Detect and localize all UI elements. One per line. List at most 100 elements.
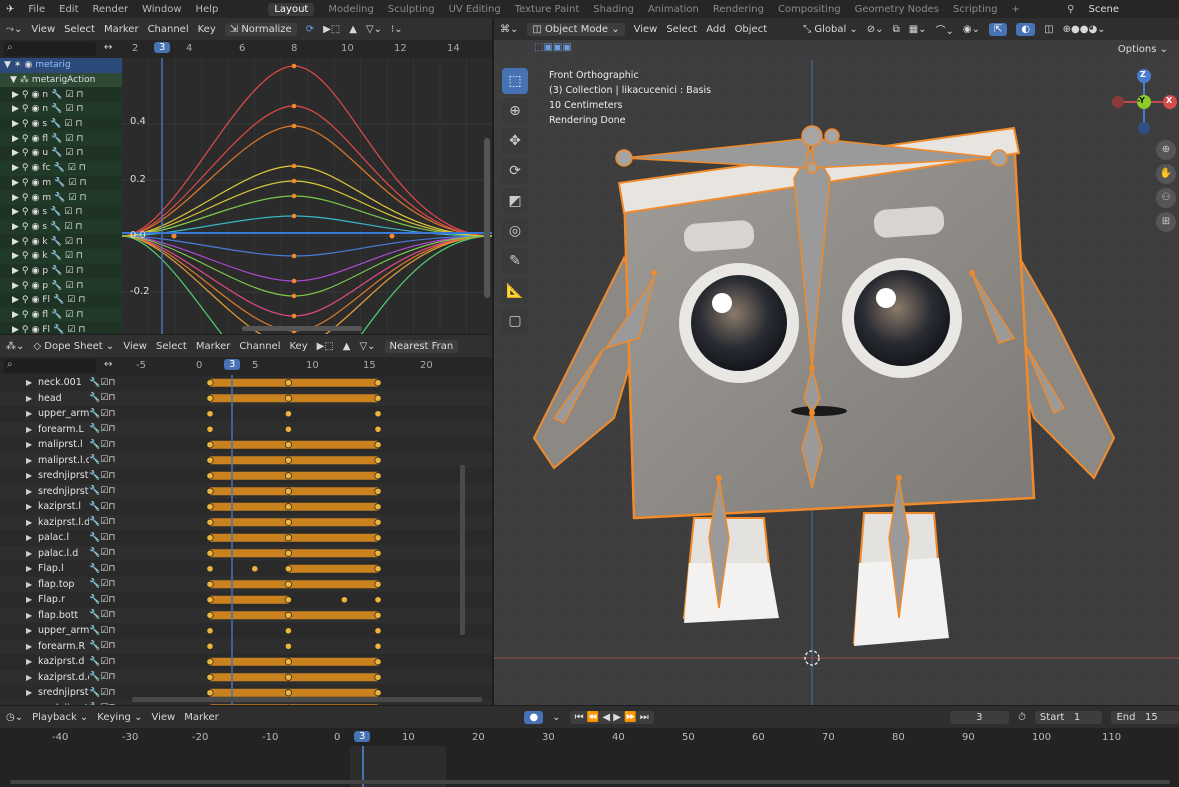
dope-mode-select[interactable]: ◇ Dope Sheet ⌄ (33, 341, 114, 352)
channel-toggles[interactable]: 🔧☑⊓ (89, 548, 122, 558)
wrench-icon[interactable]: 🔧 (51, 266, 62, 276)
expand-icon[interactable]: ▶ (12, 207, 19, 217)
auto-key-dropdown-icon[interactable]: ⌄ (552, 712, 560, 723)
dope-keyframe[interactable] (284, 441, 292, 449)
pin-icon[interactable]: ⚲ (22, 295, 29, 305)
expand-icon[interactable]: ▶ (12, 266, 19, 276)
measure-tool-icon[interactable]: 📐 (502, 278, 528, 304)
checkbox-icon[interactable]: ☑ (65, 251, 73, 261)
dope-editor-type-icon[interactable]: ⁂⌄ (6, 341, 24, 352)
channel-toggles[interactable]: 🔧☑⊓ (89, 657, 122, 667)
dope-channel-row[interactable]: ▶srednjiprst.🔧☑⊓ (0, 700, 122, 705)
dope-keyframe[interactable] (206, 518, 214, 526)
expand-icon[interactable]: ▶ (12, 104, 19, 114)
expand-icon[interactable]: ▶ (26, 378, 32, 387)
curve-keyframe[interactable] (291, 313, 297, 319)
expand-icon[interactable]: ▶ (12, 310, 19, 320)
dope-keyframe[interactable] (206, 425, 214, 433)
checkbox-icon[interactable]: ☑ (65, 237, 73, 247)
timeline-menu-view[interactable]: View (151, 712, 175, 723)
dope-keyframe[interactable] (251, 565, 259, 573)
checkbox-icon[interactable]: ☑ (67, 325, 75, 334)
expand-icon[interactable]: ▶ (12, 163, 19, 173)
visibility-icon[interactable]: ◉ (32, 178, 40, 188)
start-frame-field[interactable]: Start 1 (1034, 710, 1103, 724)
lock-icon[interactable]: ⊓ (76, 134, 83, 144)
refresh-icon[interactable]: ⟳ (306, 24, 314, 35)
tab-shading[interactable]: Shading (593, 4, 634, 15)
dope-menu-view[interactable]: View (123, 341, 147, 352)
curve-keyframe[interactable] (389, 233, 395, 239)
lock-icon[interactable]: ⊓ (76, 148, 83, 158)
channel-toggles[interactable]: 🔧☑⊓ (89, 610, 122, 620)
checkbox-icon[interactable]: ☑ (64, 207, 72, 217)
sync-icon[interactable]: ↔ (104, 42, 112, 53)
dope-keyframe[interactable] (284, 379, 292, 387)
visibility-icon[interactable]: ◉ (32, 310, 40, 320)
dope-channel-row[interactable]: ▶ maliprst.l 🔧☑⊓ (0, 437, 122, 453)
dope-keyframe[interactable] (374, 534, 382, 542)
wrench-icon[interactable]: 🔧 (51, 237, 62, 247)
graph-channel-row[interactable]: ▶ ⚲ ◉ s 🔧 ☑ ⊓ (0, 116, 122, 132)
scale-tool-icon[interactable]: ◩ (502, 188, 528, 214)
wrench-icon[interactable]: 🔧 (51, 251, 62, 261)
dope-channel-row[interactable]: ▶ kaziprst.l 🔧☑⊓ (0, 499, 122, 515)
menu-render[interactable]: Render (93, 4, 129, 15)
visibility-icon[interactable]: ◉ (32, 207, 40, 217)
graph-channel-row[interactable]: ▶ ⚲ ◉ s 🔧 ☑ ⊓ (0, 204, 122, 220)
graph-channel-row[interactable]: ▶ ⚲ ◉ m 🔧 ☑ ⊓ (0, 175, 122, 191)
visibility-icon[interactable]: ◉ (32, 325, 40, 334)
dope-keyframe[interactable] (374, 441, 382, 449)
dope-keyframe[interactable] (206, 580, 214, 588)
dope-keyframe[interactable] (374, 472, 382, 480)
dope-keyframe[interactable] (374, 456, 382, 464)
checkbox-icon[interactable]: ☑ (68, 193, 76, 203)
dope-keyframe[interactable] (374, 689, 382, 697)
graph-channel-row[interactable]: ▶ ⚲ ◉ fl 🔧 ☑ ⊓ (0, 307, 122, 323)
expand-icon[interactable]: ▶ (26, 456, 32, 465)
expand-icon[interactable]: ▶ (26, 502, 32, 511)
graph-channel-row[interactable]: ▶ ⚲ ◉ k 🔧 ☑ ⊓ (0, 234, 122, 249)
dope-cursor-icon[interactable]: ▶⬚ (317, 341, 334, 352)
pin-icon[interactable]: ⚲ (22, 193, 29, 203)
channel-toggles[interactable]: 🔧☑⊓ (89, 378, 122, 388)
pin-icon[interactable]: ⚲ (22, 90, 29, 100)
graph-menu-marker[interactable]: Marker (104, 24, 139, 35)
pin-icon[interactable]: ⚲ (22, 325, 29, 334)
dope-sync-icon[interactable]: ↔ (104, 359, 112, 370)
graph-channel-row[interactable]: ▶ ⚲ ◉ fl 🔧 ☑ ⊓ (0, 131, 122, 147)
blender-logo-icon[interactable]: ✈ (6, 4, 14, 15)
pin-icon[interactable]: ⚲ (22, 178, 29, 188)
visibility-icon[interactable]: ◉ (32, 222, 40, 232)
dope-keyframe[interactable] (206, 503, 214, 511)
channel-toggles[interactable]: 🔧☑⊓ (89, 533, 122, 543)
dope-channel-row[interactable]: ▶ forearm.L 🔧☑⊓ (0, 421, 122, 437)
lock-icon[interactable]: ⊓ (76, 310, 83, 320)
menu-window[interactable]: Window (142, 4, 181, 15)
expand-icon[interactable]: ▶ (26, 595, 32, 604)
clock-icon[interactable]: ⏱ (1018, 712, 1026, 723)
dope-channel-row[interactable]: ▶ kaziprst.d 🔧☑⊓ (0, 654, 122, 670)
tab-modeling[interactable]: Modeling (328, 4, 374, 15)
dope-keyframe[interactable] (206, 658, 214, 666)
dope-channel-row[interactable]: ▶ palac.l 🔧☑⊓ (0, 530, 122, 546)
tab-sculpting[interactable]: Sculpting (388, 4, 435, 15)
channel-toggles[interactable]: 🔧☑⊓ (89, 455, 122, 465)
checkbox-icon[interactable]: ☑ (64, 119, 72, 129)
checkbox-icon[interactable]: ☑ (65, 90, 73, 100)
curve-keyframe[interactable] (291, 293, 297, 299)
pin-icon[interactable]: ⚲ (22, 251, 29, 261)
visibility-icon[interactable]: ◉ (32, 251, 40, 261)
visibility-icon[interactable]: ◉ (32, 193, 40, 203)
lock-icon[interactable]: ⊓ (75, 119, 82, 129)
expand-icon[interactable]: ▶ (26, 549, 32, 558)
expand-icon[interactable]: ▶ (26, 673, 32, 682)
channel-toggles[interactable]: 🔧☑⊓ (89, 641, 122, 651)
dope-keyframe[interactable] (374, 410, 382, 418)
wrench-icon[interactable]: 🔧 (50, 119, 61, 129)
wrench-icon[interactable]: 🔧 (51, 90, 62, 100)
dope-keyframe[interactable] (284, 425, 292, 433)
timeline-editor-icon[interactable]: ◷⌄ (6, 712, 23, 723)
dope-keyframe[interactable] (206, 379, 214, 387)
dope-keyframe[interactable] (206, 394, 214, 402)
